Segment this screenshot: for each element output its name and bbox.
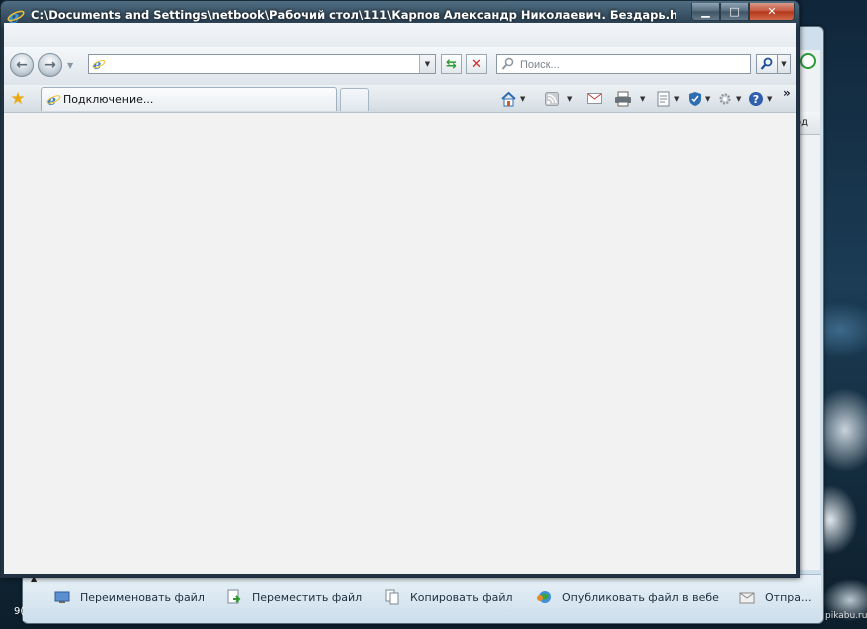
printer-icon — [615, 91, 631, 107]
feeds-button[interactable]: ▼ — [545, 89, 572, 109]
command-bar: Переименовать файл Переместить файл Копи… — [23, 574, 821, 621]
refresh-button[interactable]: ⇆ — [441, 54, 462, 74]
minimize-icon: ▁ — [701, 5, 710, 18]
tab-active[interactable]: e Подключение... — [41, 87, 337, 111]
refresh-icon: ⇆ — [446, 56, 457, 72]
copy-file-button[interactable]: Копировать файл — [384, 588, 513, 606]
taskbar-fragment: 9( — [14, 606, 25, 617]
back-button[interactable]: ← — [10, 53, 34, 77]
move-file-button[interactable]: Переместить файл — [226, 588, 362, 606]
publish-web-button[interactable]: Опубликовать файл в вебе — [536, 588, 719, 606]
favorites-star-icon[interactable]: ★ — [8, 89, 28, 109]
publish-web-icon — [536, 589, 552, 605]
maximize-button[interactable]: □ — [720, 3, 749, 21]
stop-button[interactable]: ✕ — [466, 54, 487, 74]
page-content[interactable] — [4, 113, 796, 574]
rename-file-button[interactable]: Переименовать файл — [54, 588, 205, 606]
back-arrow-icon: ← — [16, 57, 28, 73]
tools-dropdown-icon[interactable]: ▼ — [736, 95, 741, 103]
stop-icon: ✕ — [471, 56, 482, 72]
tab-label: Подключение... — [63, 93, 154, 106]
background-column-header[interactable]: од — [797, 112, 820, 135]
page-icon — [657, 91, 670, 107]
maximize-icon: □ — [729, 5, 740, 18]
close-icon: ✕ — [767, 5, 777, 18]
page-menu-button[interactable]: ▼ — [657, 89, 679, 109]
feeds-dropdown-icon[interactable]: ▼ — [567, 95, 572, 103]
help-dropdown-icon[interactable]: ▼ — [767, 95, 772, 103]
svg-text:?: ? — [753, 93, 759, 106]
move-file-icon — [226, 589, 242, 605]
watermark: pikabu.ru — [825, 611, 867, 621]
mail-icon — [587, 93, 602, 104]
email-icon — [739, 589, 755, 605]
home-button[interactable]: ▼ — [500, 89, 525, 109]
search-box[interactable] — [496, 54, 751, 74]
browser-frame: ← → ▼ e ▼ ⇆ ✕ ▼ — [4, 23, 796, 574]
safety-dropdown-icon[interactable]: ▼ — [705, 95, 710, 103]
background-ie-icon — [800, 53, 816, 69]
ie-window: e C:\Documents and Settings\netbook\Рабо… — [0, 0, 800, 578]
new-tab-button[interactable] — [340, 88, 369, 111]
shield-icon — [689, 92, 701, 106]
navigation-bar: ← → ▼ e ▼ ⇆ ✕ ▼ — [4, 47, 796, 85]
window-title: C:\Documents and Settings\netbook\Рабочи… — [31, 8, 676, 22]
close-button[interactable]: ✕ — [749, 3, 795, 21]
toolbar-overflow-button[interactable]: » — [783, 83, 791, 103]
home-dropdown-icon[interactable]: ▼ — [520, 95, 525, 103]
rss-feed-icon — [545, 92, 559, 106]
home-icon — [501, 91, 516, 107]
search-icon — [760, 57, 773, 70]
help-menu-button[interactable]: ? ▼ — [748, 89, 772, 109]
print-button[interactable]: ▼ — [614, 89, 645, 109]
search-input[interactable] — [518, 56, 747, 74]
gear-icon — [719, 93, 731, 105]
search-provider-icon — [501, 57, 514, 70]
forward-arrow-icon: → — [44, 57, 56, 73]
minimize-button[interactable]: ▁ — [691, 3, 720, 21]
menu-strip — [4, 23, 796, 47]
search-button[interactable] — [756, 54, 778, 74]
copy-file-icon — [384, 589, 400, 605]
search-options-dropdown-icon[interactable]: ▼ — [778, 54, 791, 74]
chevron-right-icon: » — [783, 86, 791, 100]
forward-button[interactable]: → — [38, 53, 62, 77]
tools-menu-button[interactable]: ▼ — [717, 89, 741, 109]
help-icon: ? — [749, 92, 763, 106]
history-dropdown-icon[interactable]: ▼ — [67, 61, 73, 70]
send-email-button[interactable]: Отпра... — [739, 588, 811, 606]
print-dropdown-icon[interactable]: ▼ — [640, 95, 645, 103]
tab-bar: ★ e Подключение... ▼ ▼ ▼ ▼ ▼ ▼ ? ▼ » — [4, 85, 796, 113]
safety-menu-button[interactable]: ▼ — [688, 89, 710, 109]
read-mail-button[interactable] — [587, 89, 603, 109]
page-dropdown-icon[interactable]: ▼ — [674, 95, 679, 103]
tab-ie-icon: e — [46, 93, 61, 107]
rename-icon — [54, 589, 70, 605]
address-bar[interactable]: e ▼ — [88, 54, 436, 74]
address-dropdown-icon[interactable]: ▼ — [419, 55, 435, 73]
page-ie-icon: e — [92, 58, 106, 71]
address-input[interactable] — [109, 56, 413, 74]
